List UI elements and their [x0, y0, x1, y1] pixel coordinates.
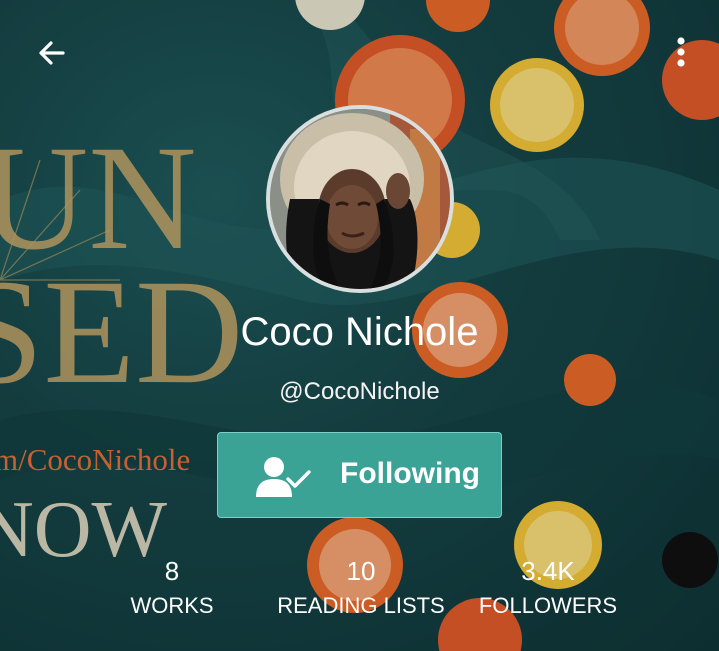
stat-works[interactable]: 8 WORKS: [112, 556, 232, 622]
more-options-button[interactable]: [673, 34, 689, 74]
stat-label: READING LISTS: [277, 593, 445, 618]
display-name: Coco Nichole: [240, 310, 479, 354]
stat-value: 3.4K: [521, 556, 575, 586]
back-button[interactable]: [32, 34, 72, 74]
stat-reading-lists[interactable]: 10 READING LISTS: [266, 556, 456, 622]
stat-value: 8: [164, 556, 180, 586]
user-check-icon: [256, 457, 311, 497]
following-button[interactable]: Following: [217, 432, 502, 518]
avatar[interactable]: [266, 105, 454, 293]
stat-followers[interactable]: 3.4K FOLLOWERS: [472, 556, 624, 622]
following-label: Following: [340, 457, 480, 490]
arrow-left-icon: [39, 41, 65, 65]
stat-label: FOLLOWERS: [478, 593, 618, 618]
stat-value: 10: [346, 556, 376, 586]
profile-header: UN SED m/CocoNichole NOW Coco Nichole @C…: [0, 0, 719, 651]
more-vertical-icon: [677, 37, 685, 67]
username: @CocoNichole: [279, 378, 440, 405]
profile-photo: [270, 109, 450, 289]
stat-label: WORKS: [130, 593, 214, 618]
